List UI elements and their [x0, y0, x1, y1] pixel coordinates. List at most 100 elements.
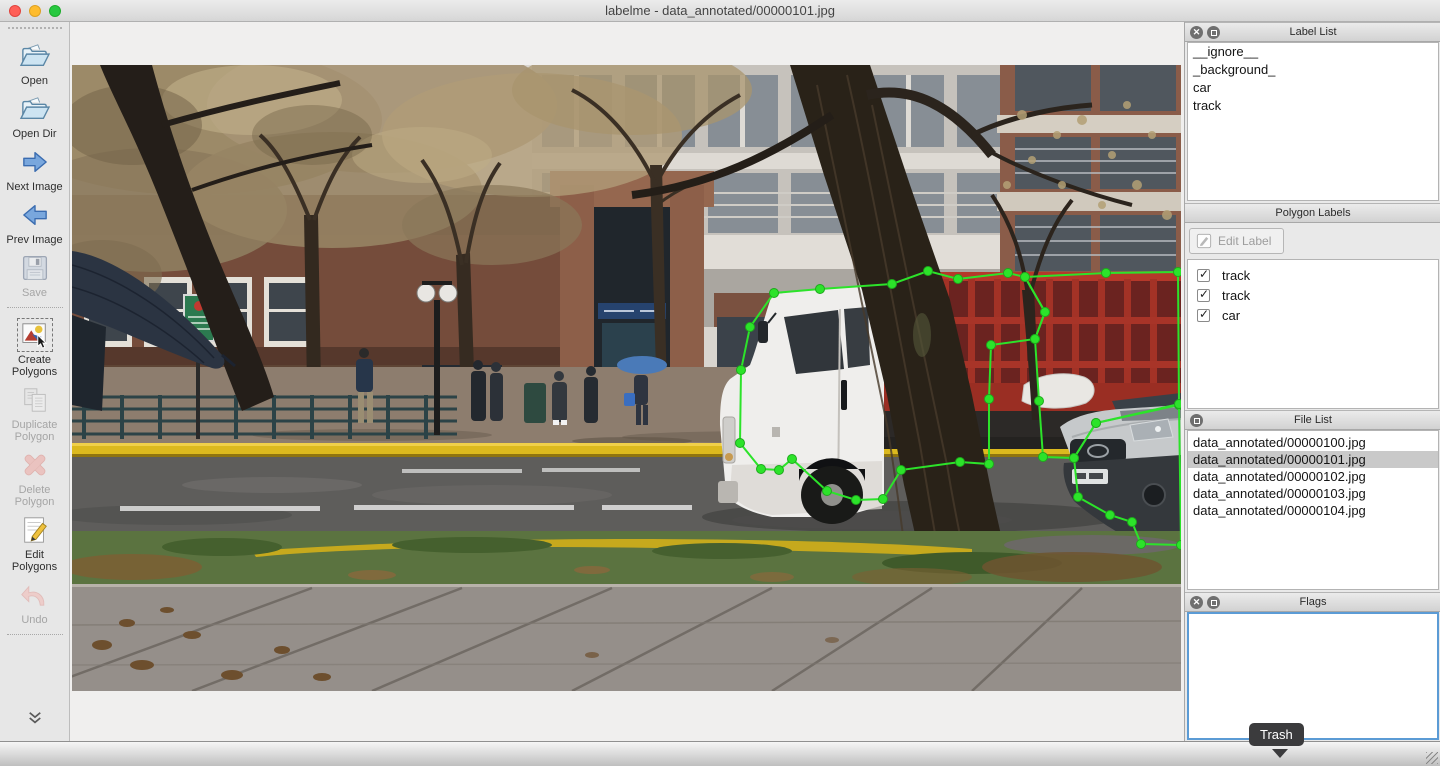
save-icon [21, 253, 49, 283]
polygon-label-list[interactable]: ✓track✓track✓car [1187, 259, 1439, 409]
float-icon[interactable] [1207, 26, 1220, 39]
file-list-item[interactable]: data_annotated/00000100.jpg [1188, 434, 1438, 451]
polygon-vertex[interactable] [770, 289, 779, 298]
duplicate-icon [20, 385, 50, 415]
create-polygons-icon [19, 320, 51, 350]
edit-polygons-icon [20, 515, 50, 545]
file-list-item[interactable]: data_annotated/00000102.jpg [1188, 468, 1438, 485]
toolbar-separator [7, 634, 63, 642]
polygon-vertex[interactable] [737, 366, 746, 375]
arrow-right-icon [20, 147, 50, 177]
polygon-vertex[interactable] [897, 466, 906, 475]
polygon-vertex[interactable] [1102, 269, 1111, 278]
polygon-label-item[interactable]: ✓ track [1188, 265, 1438, 285]
toolbar-button-next-image[interactable]: Next Image [1, 142, 69, 195]
checkbox-icon[interactable]: ✓ [1197, 269, 1210, 282]
polygon-vertex[interactable] [1070, 454, 1079, 463]
polygon-vertex[interactable] [1031, 335, 1040, 344]
polygon-vertex[interactable] [1092, 419, 1101, 428]
label-list[interactable]: __ignore___background_cartrack [1187, 42, 1439, 201]
label-list-header[interactable]: ✕ Label List [1185, 22, 1440, 42]
label-list-item[interactable]: _background_ [1188, 61, 1438, 79]
toolbar-button-label: Delete Polygon [2, 484, 68, 508]
label-list-item[interactable]: track [1188, 97, 1438, 115]
polygon-vertex[interactable] [746, 323, 755, 332]
close-icon[interactable]: ✕ [1190, 596, 1203, 609]
polygon-vertex[interactable] [757, 465, 766, 474]
polygon-vertex[interactable] [987, 341, 996, 350]
polygon-vertex[interactable] [1004, 269, 1013, 278]
annotation-overlay[interactable] [72, 65, 1181, 691]
trash-tooltip-arrow [1272, 749, 1288, 758]
polygon-annotation-track[interactable] [740, 271, 1045, 500]
flags-header[interactable]: ✕ Flags [1185, 592, 1440, 612]
polygon-vertex[interactable] [775, 466, 784, 475]
polygon-annotation-track[interactable] [1025, 272, 1179, 458]
label-list-item[interactable]: __ignore__ [1188, 43, 1438, 61]
polygon-vertex[interactable] [788, 455, 797, 464]
toolbar-button-undo[interactable]: Undo [1, 575, 69, 628]
file-list[interactable]: data_annotated/00000100.jpgdata_annotate… [1187, 430, 1439, 590]
canvas-area[interactable]: 21 [70, 22, 1184, 741]
toolbar-button-save[interactable]: Save [1, 248, 69, 301]
polygon-vertex[interactable] [1035, 397, 1044, 406]
polygon-labels-header[interactable]: Polygon Labels [1185, 203, 1440, 223]
polygon-vertex[interactable] [888, 280, 897, 289]
pencil-icon [1196, 233, 1212, 249]
file-list-item[interactable]: data_annotated/00000104.jpg [1188, 502, 1438, 519]
side-panel: ✕ Label List __ignore___background_cartr… [1184, 22, 1440, 741]
polygon-vertex[interactable] [1041, 308, 1050, 317]
polygon-vertex[interactable] [1039, 453, 1048, 462]
toolbar-button-edit-polygons[interactable]: Edit Polygons [1, 510, 69, 575]
polygon-vertex[interactable] [985, 395, 994, 404]
edit-label-button[interactable]: Edit Label [1189, 228, 1284, 254]
file-list-item[interactable]: data_annotated/00000101.jpg [1188, 451, 1438, 468]
checkbox-icon[interactable]: ✓ [1197, 309, 1210, 322]
polygon-vertex[interactable] [852, 496, 861, 505]
polygon-vertex[interactable] [736, 439, 745, 448]
toolbar-button-prev-image[interactable]: Prev Image [1, 195, 69, 248]
file-list-item[interactable]: data_annotated/00000103.jpg [1188, 485, 1438, 502]
float-icon[interactable] [1207, 596, 1220, 609]
polygon-vertex[interactable] [1106, 511, 1115, 520]
polygon-labels-title: Polygon Labels [1185, 207, 1440, 219]
flags-list[interactable] [1187, 612, 1439, 740]
polygon-vertex[interactable] [1074, 493, 1083, 502]
polygon-vertex[interactable] [1175, 400, 1182, 409]
image-canvas[interactable]: 21 [72, 65, 1181, 691]
polygon-vertex[interactable] [1137, 540, 1146, 549]
polygon-vertex[interactable] [1174, 268, 1182, 277]
toolbar-button-duplicate-polygon[interactable]: Duplicate Polygon [1, 380, 69, 445]
toolbar-button-open-dir[interactable]: Open Dir [1, 89, 69, 142]
checkbox-icon[interactable]: ✓ [1197, 289, 1210, 302]
toolbar-button-delete-polygon[interactable]: Delete Polygon [1, 445, 69, 510]
polygon-label-text: track [1222, 268, 1250, 283]
toolbar-drag-handle[interactable] [8, 27, 62, 34]
edit-label-button-text: Edit Label [1218, 234, 1271, 248]
file-list-header[interactable]: File List [1185, 410, 1440, 430]
polygon-vertex[interactable] [816, 285, 825, 294]
open-dir-icon [19, 94, 51, 124]
polygon-vertex[interactable] [879, 495, 888, 504]
float-icon[interactable] [1190, 414, 1203, 427]
polygon-vertex[interactable] [1128, 518, 1137, 527]
polygon-vertex[interactable] [956, 458, 965, 467]
label-list-item[interactable]: car [1188, 79, 1438, 97]
polygon-vertex[interactable] [924, 267, 933, 276]
polygon-label-item[interactable]: ✓car [1188, 305, 1438, 325]
polygon-vertex[interactable] [823, 487, 832, 496]
polygon-label-item[interactable]: ✓track [1188, 285, 1438, 305]
flags-title: Flags [1185, 596, 1440, 608]
toolbar-button-label: Next Image [6, 181, 62, 193]
resize-grip[interactable] [1426, 752, 1438, 764]
polygon-vertex[interactable] [985, 460, 994, 469]
close-icon[interactable]: ✕ [1190, 26, 1203, 39]
toolbar-button-open[interactable]: Open [1, 36, 69, 89]
polygon-vertex[interactable] [954, 275, 963, 284]
polygon-vertex[interactable] [1177, 541, 1182, 550]
toolbar-separator [7, 307, 63, 315]
polygon-vertex[interactable] [1021, 273, 1030, 282]
toolbar-button-create-polygons[interactable]: Create Polygons [1, 315, 69, 380]
toolbar-button-chevron-double-down[interactable] [1, 698, 69, 735]
toolbar-button-label: Duplicate Polygon [2, 419, 68, 443]
